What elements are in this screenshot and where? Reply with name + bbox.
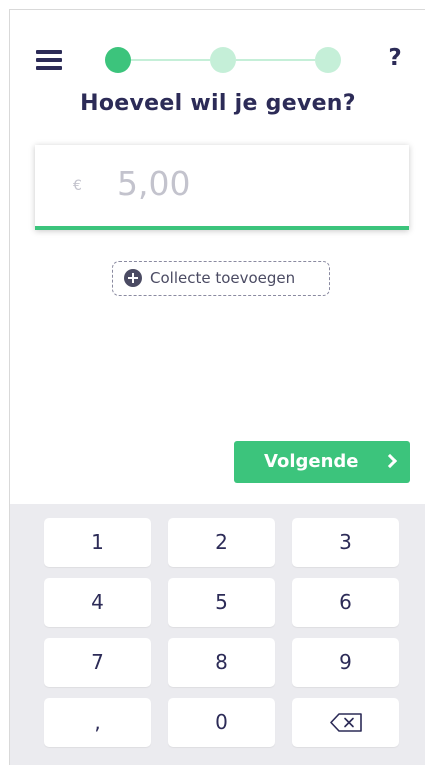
menu-bar (36, 58, 62, 62)
keypad-key-0[interactable]: 0 (168, 698, 275, 747)
keypad-key-7[interactable]: 7 (44, 638, 151, 687)
chevron-right-icon (382, 453, 398, 469)
menu-bar (36, 50, 62, 54)
step-1-indicator (105, 47, 131, 73)
plus-circle-icon (124, 269, 142, 287)
numeric-keypad: 1 2 3 4 5 6 7 8 9 , 0 (10, 504, 425, 765)
step-connector (131, 59, 210, 61)
keypad-key-4[interactable]: 4 (44, 578, 151, 627)
keypad-key-9[interactable]: 9 (292, 638, 399, 687)
help-button[interactable]: ? (384, 45, 406, 73)
backspace-icon (330, 713, 362, 732)
keypad-key-6[interactable]: 6 (292, 578, 399, 627)
header: ? (10, 10, 425, 80)
add-collect-label: Collecte toevoegen (150, 269, 296, 287)
step-2-indicator (210, 47, 236, 73)
next-button[interactable]: Volgende (234, 441, 410, 483)
page-title: Hoeveel wil je geven? (80, 91, 356, 116)
add-collect-button[interactable]: Collecte toevoegen (112, 261, 330, 296)
currency-symbol: € (73, 178, 82, 194)
keypad-key-3[interactable]: 3 (292, 518, 399, 567)
amount-input[interactable] (117, 161, 377, 205)
keypad-key-5[interactable]: 5 (168, 578, 275, 627)
menu-bar (36, 66, 62, 70)
keypad-key-comma[interactable]: , (44, 698, 151, 747)
amount-field-underline (35, 226, 409, 230)
step-connector (236, 59, 315, 61)
keypad-key-1[interactable]: 1 (44, 518, 151, 567)
keypad-key-8[interactable]: 8 (168, 638, 275, 687)
keypad-backspace-key[interactable] (292, 698, 399, 747)
keypad-key-2[interactable]: 2 (168, 518, 275, 567)
amount-field[interactable]: € (35, 145, 409, 230)
next-button-label: Volgende (264, 451, 359, 472)
hamburger-menu-icon[interactable] (36, 50, 62, 70)
app-screen: ? Hoeveel wil je geven? € Collecte toevo… (9, 9, 425, 765)
progress-stepper (105, 47, 341, 73)
step-3-indicator (315, 47, 341, 73)
